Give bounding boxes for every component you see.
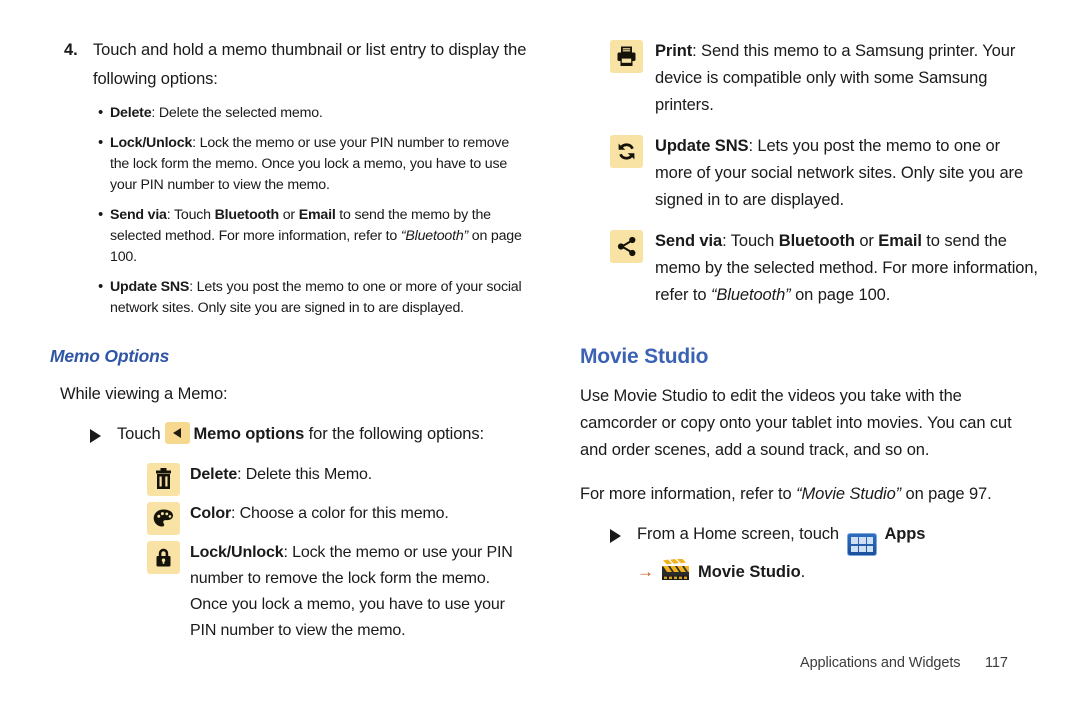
footer-title: Applications and Widgets — [800, 655, 961, 671]
memo-options-icon[interactable] — [164, 422, 190, 444]
memo-option-color: Color: Choose a color for this memo. — [40, 501, 530, 535]
touch-prefix: Touch — [117, 425, 161, 443]
printer-icon — [610, 40, 643, 73]
bullet-delete: Delete: Delete the selected memo. — [40, 102, 530, 124]
memo-option-send-via: Send via: Touch Bluetooth or Email to se… — [560, 228, 1040, 309]
footer-page-number: 117 — [985, 655, 1008, 671]
step-text: Touch and hold a memo thumbnail or list … — [93, 41, 527, 88]
option-term: Color — [190, 505, 232, 522]
option-term: Lock/Unlock — [190, 544, 284, 561]
option-text: : Delete this Memo. — [237, 466, 373, 483]
touch-suffix: for the following options: — [308, 425, 484, 443]
triangle-bullet-icon — [90, 429, 101, 443]
option-term: Delete — [190, 466, 238, 483]
bluetooth-label: Bluetooth — [214, 207, 280, 223]
bullet-send-via: Send via: Touch Bluetooth or Email to se… — [40, 204, 530, 268]
step-number: 4. — [64, 41, 78, 59]
option-term: Update SNS — [655, 137, 749, 155]
trash-icon — [147, 463, 180, 496]
numbered-step: 4. Touch and hold a memo thumbnail or li… — [40, 36, 530, 94]
memo-option-lock-unlock: Lock/Unlock: Lock the memo or use your P… — [40, 540, 530, 644]
bullet-update-sns: Update SNS: Lets you post the memo to on… — [40, 276, 530, 319]
bullet-text: or — [279, 207, 299, 223]
movie-studio-paragraph: Use Movie Studio to edit the videos you … — [580, 387, 1012, 459]
bullet-term: Update SNS — [110, 279, 190, 295]
email-label: Email — [878, 232, 922, 250]
movie-studio-reference: For more information, refer to “Movie St… — [580, 481, 1040, 508]
cross-ref-movie-studio: “Movie Studio” — [796, 485, 902, 503]
option-text: : Choose a color for this memo. — [231, 505, 449, 522]
movie-studio-heading: Movie Studio — [580, 345, 709, 368]
option-text: : Touch — [722, 232, 779, 250]
home-screen-instruction: From a Home screen, touch Apps — [580, 520, 1040, 557]
triangle-bullet-icon — [610, 529, 621, 543]
bullet-term: Send via — [110, 207, 167, 223]
right-column: Print: Send this memo to a Samsung print… — [560, 0, 1040, 587]
memo-options-heading: Memo Options — [50, 346, 170, 366]
memo-option-update-sns: Update SNS: Lets you post the memo to on… — [560, 133, 1040, 214]
bullet-text: : Delete the selected memo. — [151, 105, 323, 121]
memo-option-print: Print: Send this memo to a Samsung print… — [560, 38, 1040, 119]
home-prefix: From a Home screen, touch — [637, 525, 839, 543]
bullet-text: : Touch — [166, 207, 215, 223]
email-label: Email — [298, 207, 336, 223]
bullet-lock-unlock: Lock/Unlock: Lock the memo or use your P… — [40, 132, 530, 196]
apps-label: Apps — [884, 525, 926, 543]
ref-suffix: on page 97. — [901, 485, 992, 503]
sync-icon — [610, 135, 643, 168]
options-bullet-list: Delete: Delete the selected memo. Lock/U… — [40, 102, 530, 319]
share-icon — [610, 230, 643, 263]
cross-ref-bluetooth: “Bluetooth” — [710, 286, 791, 304]
option-term: Print — [655, 42, 693, 60]
option-term: Send via — [655, 232, 723, 250]
memo-option-delete: Delete: Delete this Memo. — [40, 462, 530, 496]
palette-icon — [147, 502, 180, 535]
right-arrow-icon: → — [637, 562, 654, 582]
manual-page: 4. Touch and hold a memo thumbnail or li… — [0, 0, 1080, 720]
left-column: 4. Touch and hold a memo thumbnail or li… — [40, 0, 530, 644]
movie-studio-icon[interactable] — [661, 558, 691, 582]
memo-options-intro: While viewing a Memo: — [60, 385, 228, 403]
option-text: : Send this memo to a Samsung printer. Y… — [655, 42, 1016, 114]
bluetooth-label: Bluetooth — [778, 232, 855, 250]
apps-icon[interactable] — [847, 533, 878, 557]
cross-ref-bluetooth: “Bluetooth” — [400, 228, 469, 244]
period: . — [800, 563, 806, 582]
lock-icon — [147, 541, 180, 574]
bullet-term: Lock/Unlock — [110, 135, 193, 151]
option-text: or — [854, 232, 879, 250]
option-text: on page 100. — [790, 286, 891, 304]
ref-prefix: For more information, refer to — [580, 485, 797, 503]
touch-memo-options-line: Touch Memo options for the following opti… — [60, 420, 530, 449]
memo-options-label: Memo options — [193, 425, 305, 443]
bullet-term: Delete — [110, 105, 152, 121]
movie-studio-label: Movie Studio — [698, 563, 801, 582]
movie-studio-launch-line: → Movie Studio. — [637, 557, 1040, 587]
